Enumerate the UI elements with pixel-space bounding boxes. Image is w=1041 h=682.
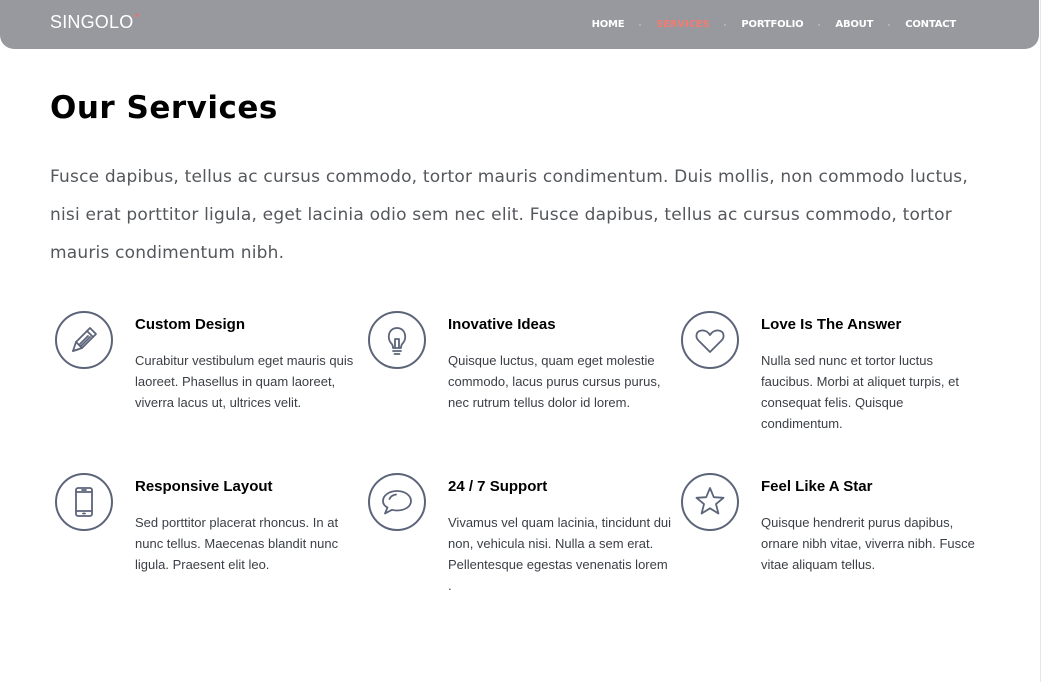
nav-link-services[interactable]: SERVICES: [656, 19, 709, 31]
service-title: Feel Like A Star: [761, 478, 873, 495]
smartphone-icon: [75, 487, 93, 517]
service-description: Quisque hendrerit purus dapibus, ornare …: [761, 515, 975, 572]
logo[interactable]: SINGOLO*: [50, 10, 140, 33]
icon-badge: [55, 311, 113, 369]
icon-badge: [368, 473, 426, 531]
service-title: Responsive Layout: [135, 478, 273, 495]
nav-link-home[interactable]: HOME: [592, 19, 625, 31]
star-icon: [695, 487, 725, 515]
main-nav: HOME SERVICES PORTFOLIO ABOUT CONTACT: [592, 19, 957, 31]
site-header: SINGOLO* HOME SERVICES PORTFOLIO ABOUT C…: [0, 0, 1039, 49]
icon-badge: [681, 473, 739, 531]
service-description: Vivamus vel quam lacinia, tincidunt dui …: [448, 515, 672, 593]
intro-paragraph: Fusce dapibus, tellus ac cursus commodo,…: [50, 167, 968, 263]
icon-badge: [55, 473, 113, 531]
service-title: Custom Design: [135, 316, 246, 333]
icon-badge: [368, 311, 426, 369]
logo-text: SINGOLO: [50, 12, 134, 32]
service-description: Curabitur vestibulum eget mauris quis la…: [135, 353, 354, 410]
nav-separator-dot: [818, 24, 821, 26]
nav-separator-dot: [724, 24, 727, 26]
page-title: Our Services: [50, 90, 278, 126]
nav-separator-dot: [888, 24, 891, 26]
icon-badge: [681, 311, 739, 369]
service-title: 24 / 7 Support: [448, 478, 548, 495]
heart-icon: [695, 329, 725, 353]
service-title: Love Is The Answer: [761, 316, 902, 333]
lightbulb-icon: [387, 327, 407, 355]
pencil-icon: [72, 327, 97, 352]
service-description: Sed porttitor placerat rhoncus. In at nu…: [135, 515, 339, 572]
service-description: Nulla sed nunc et tortor luctus faucibus…: [761, 353, 959, 431]
nav-link-portfolio[interactable]: PORTFOLIO: [741, 19, 803, 31]
logo-asterisk: *: [134, 10, 140, 25]
service-title: Inovative Ideas: [448, 316, 556, 333]
nav-link-contact[interactable]: CONTACT: [905, 19, 956, 31]
nav-separator-dot: [639, 24, 642, 26]
nav-link-about[interactable]: ABOUT: [835, 19, 873, 31]
page: SINGOLO* HOME SERVICES PORTFOLIO ABOUT C…: [0, 0, 1041, 682]
chat-bubble-icon: [382, 490, 412, 515]
service-description: Quisque luctus, quam eget molestie commo…: [448, 353, 661, 410]
